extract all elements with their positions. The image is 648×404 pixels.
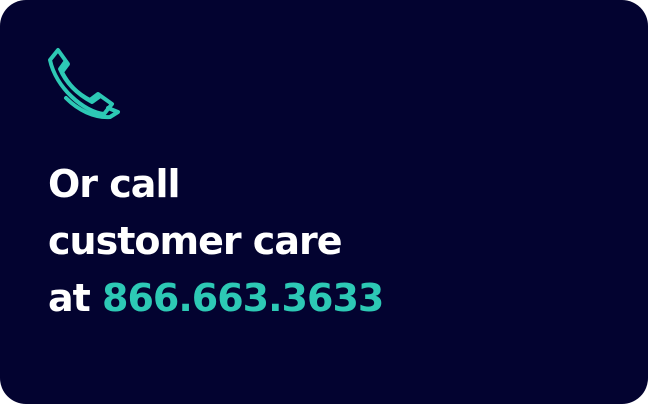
message-line-3-prefix: at (48, 276, 91, 320)
message-line-3: at 866.663.3633 (48, 270, 608, 327)
phone-number-link[interactable]: 866.663.3633 (102, 276, 384, 320)
message-line-1: Or call (48, 162, 181, 206)
phone-icon (44, 44, 124, 120)
call-message: Or call customer care at 866.663.3633 (48, 156, 608, 327)
customer-care-card: Or call customer care at 866.663.3633 (0, 0, 648, 404)
message-line-2: customer care (48, 219, 343, 263)
